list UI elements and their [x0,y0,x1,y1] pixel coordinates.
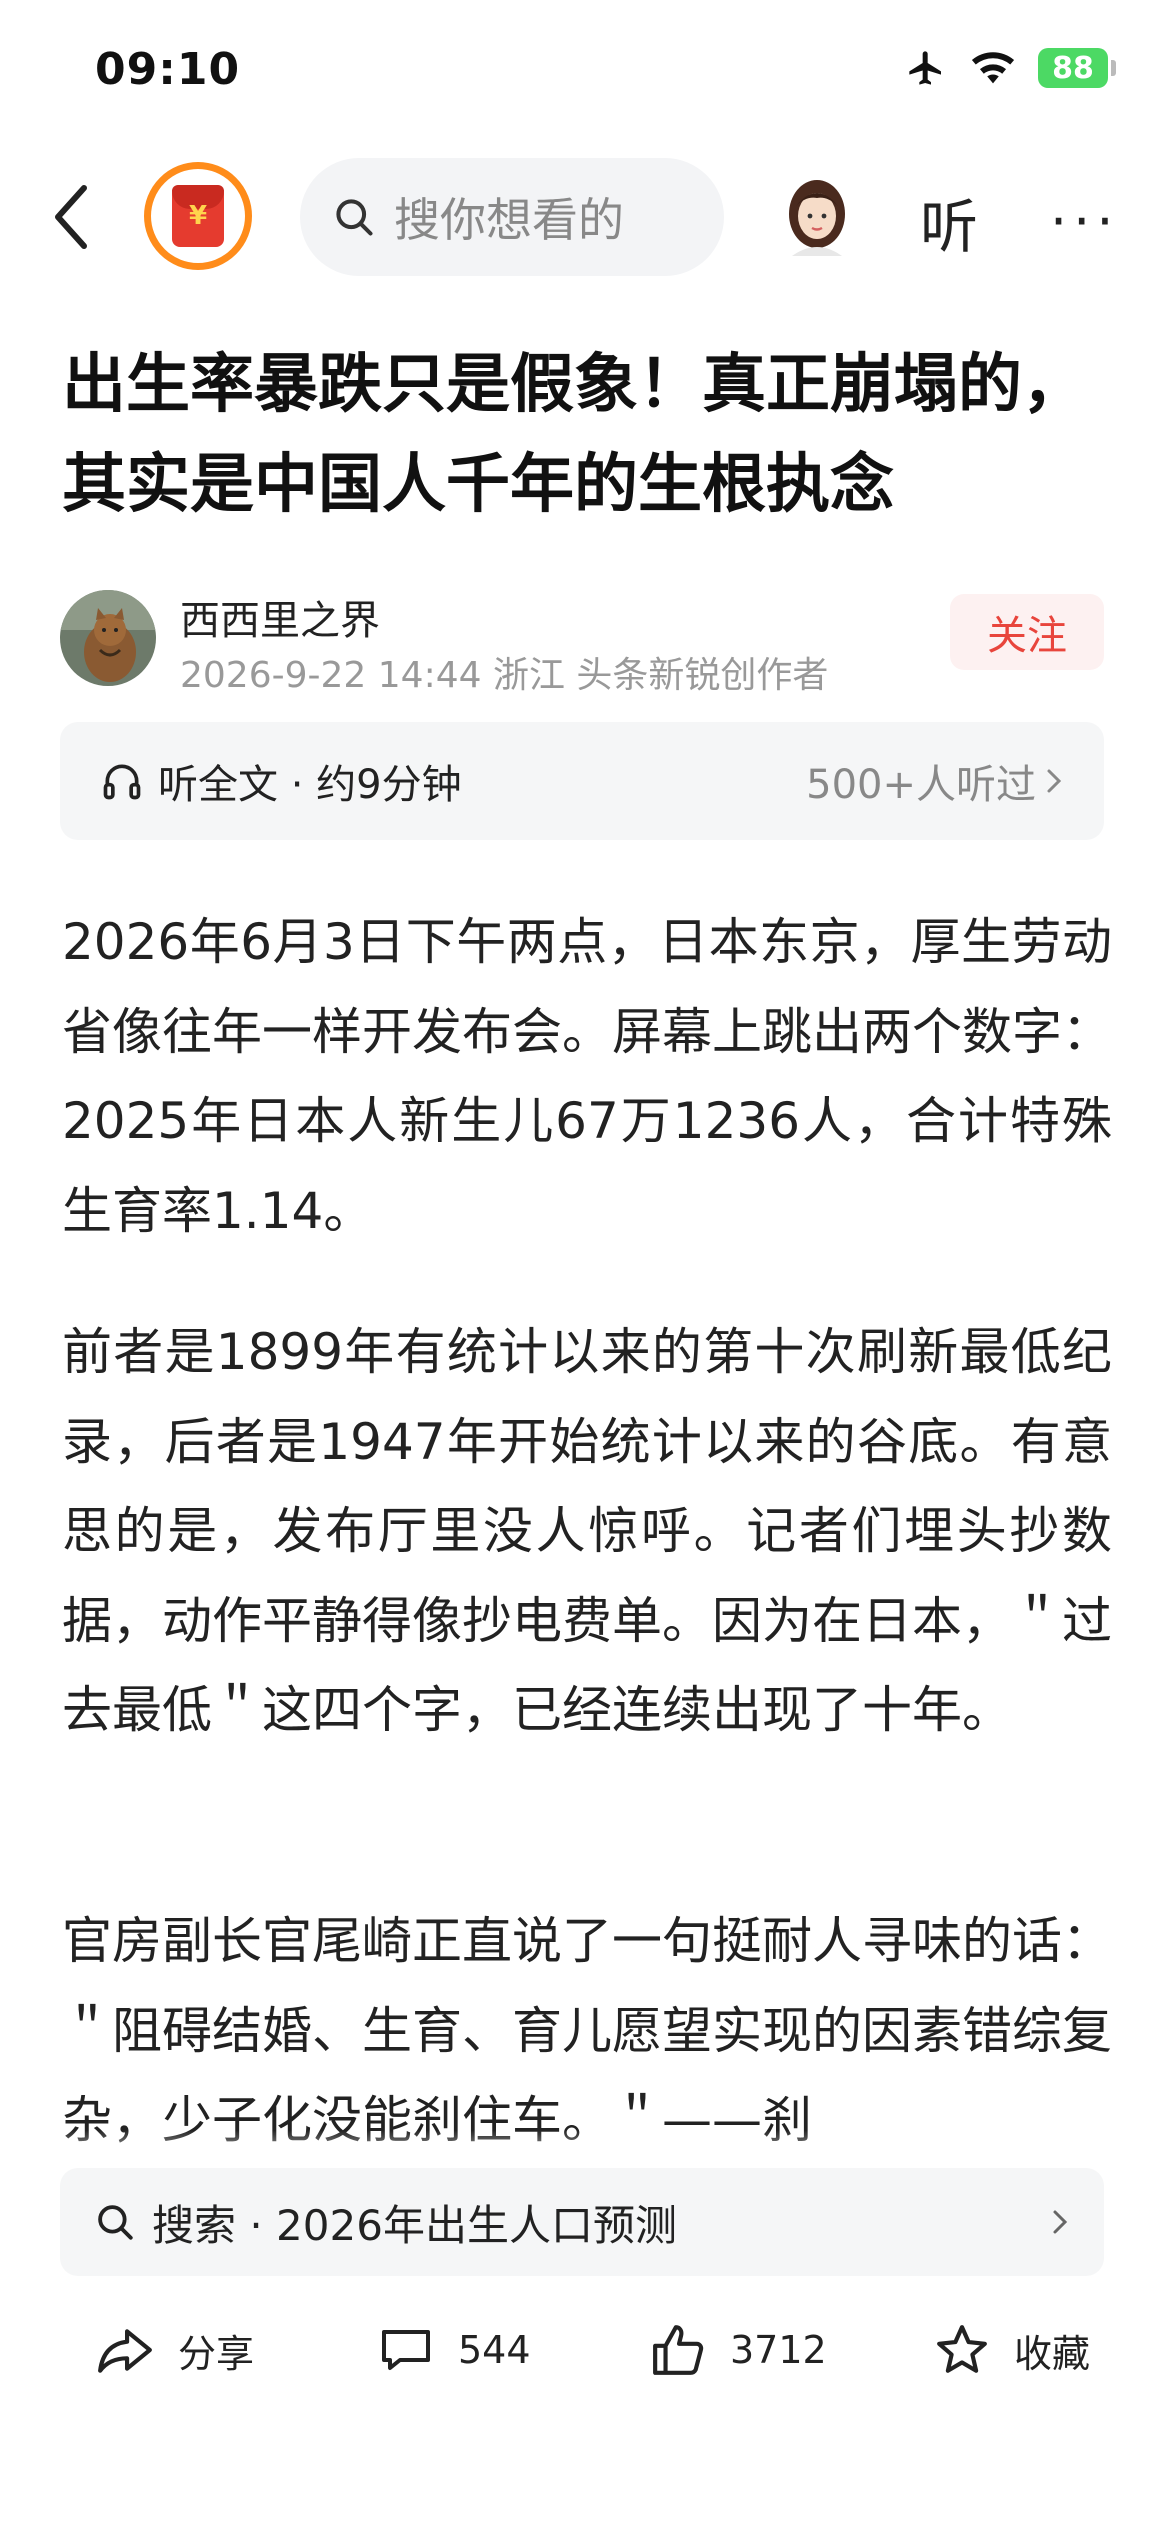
author-meta: 2026-9-22 14:44 浙江 头条新锐创作者 [180,655,829,696]
chevron-right-icon [1053,2210,1068,2234]
star-icon [937,2325,987,2373]
article-paragraph: 2026年6月3日下午两点，日本东京，厚生劳动省像往年一样开发布会。屏幕上跳出两… [62,913,1112,1240]
favorite-button[interactable]: 收藏 [934,2300,1090,2400]
chevron-left-icon [55,185,87,249]
article-paragraph: 前者是1899年有统计以来的第十次刷新最低纪录，后者是1947年开始统计以来的谷… [62,1323,1112,1739]
back-button[interactable] [50,182,110,252]
like-count: 3712 [730,2328,827,2372]
listen-full-text-bar[interactable]: 听全文 · 约9分钟 500+人听过 [60,722,1104,840]
headphones-icon [103,764,141,800]
user-avatar[interactable] [782,176,852,256]
share-icon [98,2329,152,2373]
comment-button[interactable]: 544 [378,2300,531,2400]
avatar-icon [789,180,845,256]
comment-icon [382,2330,430,2370]
search-icon [98,2205,133,2240]
airplane-icon [909,51,941,85]
author-avatar[interactable] [60,590,156,686]
chevron-right-icon [1047,769,1062,793]
status-icons: 88 [904,48,1116,88]
listen-count: 500+人听过 [806,762,1036,808]
follow-button[interactable]: 关注 [950,594,1104,670]
red-packet-icon [172,185,224,247]
search-box[interactable]: 搜你想看的 [300,158,724,276]
related-search-bar[interactable]: 搜索 · 2026年出生人口预测 [60,2168,1104,2276]
action-bar: 分享 544 3712 收藏 [0,2300,1170,2400]
article-paragraph: 官房副长官尾崎正直说了一句挺耐人寻味的话：＂阻碍结婚、生育、育儿愿望实现的因素错… [62,1912,1112,2149]
more-button[interactable]: ··· [1050,190,1120,253]
battery-indicator: 88 [1038,48,1116,88]
share-button[interactable]: 分享 [96,2300,254,2400]
like-button[interactable]: 3712 [650,2300,827,2400]
red-packet-button[interactable] [144,162,252,270]
thumbs-up-icon [653,2325,704,2375]
article-title: 出生率暴跌只是假象！真正崩塌的，其实是中国人千年的生根执念 [62,348,1086,522]
status-time: 09:10 [95,44,241,95]
search-placeholder: 搜你想看的 [394,193,624,247]
comment-count: 544 [458,2328,531,2372]
author-name[interactable]: 西西里之界 [180,588,380,646]
listen-full-text-label: 听全文 · 约9分钟 [158,762,462,808]
search-icon [336,199,373,236]
wifi-icon [971,52,1015,84]
cat-photo-icon [60,590,156,686]
favorite-label: 收藏 [1014,2331,1091,2376]
listen-button[interactable]: 听 [920,180,978,264]
share-label: 分享 [178,2331,255,2376]
related-search-text: 搜索 · 2026年出生人口预测 [152,2200,677,2250]
